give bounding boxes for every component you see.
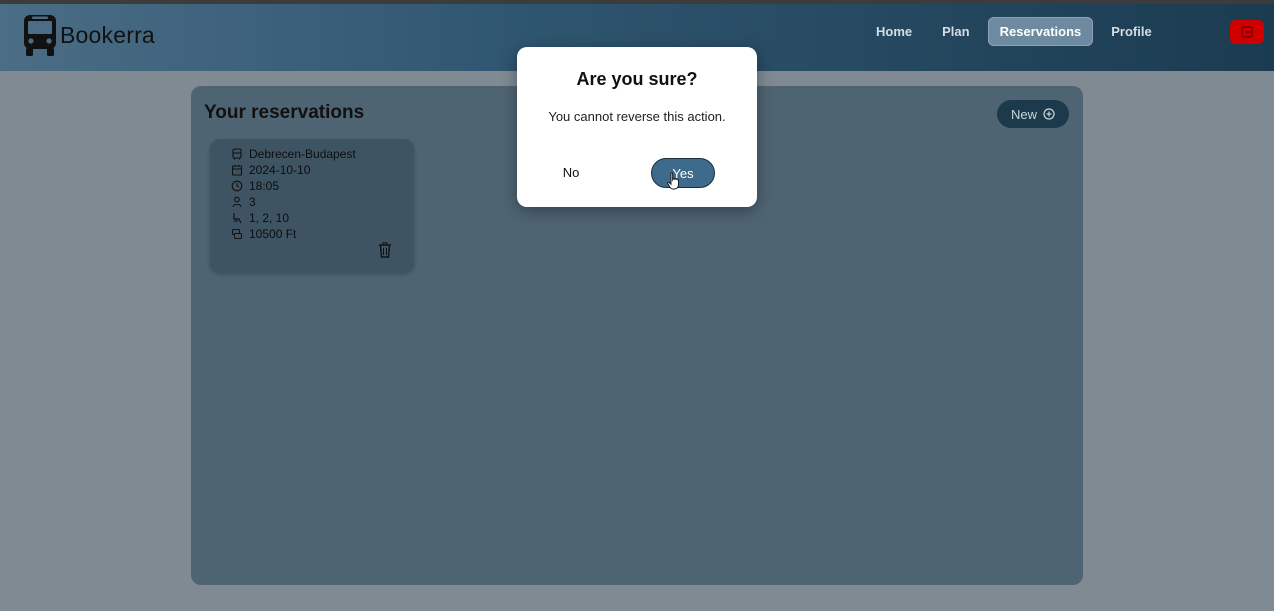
brand-name: Bookerra	[60, 21, 155, 48]
reservation-route-row: Debrecen-Budapest	[231, 147, 356, 161]
reservation-seats-row: 1, 2, 10	[231, 211, 289, 225]
reservation-time: 18:05	[249, 179, 280, 193]
reservation-date-row: 2024-10-10	[231, 163, 310, 177]
hand-pointer-icon	[667, 172, 679, 190]
seat-icon	[233, 213, 242, 224]
reservation-passengers: 3	[249, 195, 256, 209]
reservation-card: Debrecen-Budapest 2024-10-10 18:05 3 1, …	[210, 139, 414, 272]
dialog-message: You cannot reverse this action.	[548, 109, 726, 124]
reservation-seats: 1, 2, 10	[249, 211, 290, 225]
bus-icon	[24, 15, 56, 56]
nav-links: Home Plan Reservations Profile	[864, 17, 1164, 46]
trash-icon[interactable]	[378, 242, 392, 258]
reservation-price-row: 10500 Ft	[231, 227, 296, 241]
clock-icon	[231, 180, 243, 192]
page-title: Your reservations	[204, 102, 365, 123]
person-icon	[232, 196, 242, 208]
new-reservation-button[interactable]: New	[997, 100, 1069, 128]
confirm-dialog: Are you sure? You cannot reverse this ac…	[517, 47, 757, 207]
reservation-price: 10500 Ft	[249, 227, 297, 241]
nav-reservations[interactable]: Reservations	[987, 17, 1094, 46]
reservation-time-row: 18:05	[231, 179, 279, 193]
money-icon	[232, 229, 242, 239]
new-button-label: New	[1010, 106, 1037, 122]
plus-circle-icon	[1043, 108, 1055, 120]
calendar-icon	[231, 164, 243, 176]
logout-button[interactable]	[1230, 20, 1264, 44]
nav-plan[interactable]: Plan	[930, 17, 981, 46]
dialog-title: Are you sure?	[576, 69, 698, 89]
no-button[interactable]: No	[555, 165, 587, 183]
yes-button[interactable]: Yes	[651, 158, 715, 188]
logout-icon	[1241, 26, 1253, 38]
nav-home[interactable]: Home	[864, 17, 924, 46]
reservation-route: Debrecen-Budapest	[249, 147, 356, 161]
brand-logo[interactable]: Bookerra	[22, 12, 155, 58]
bus-icon	[232, 148, 242, 160]
reservation-date: 2024-10-10	[249, 163, 311, 177]
nav-profile[interactable]: Profile	[1099, 17, 1163, 46]
reservation-passengers-row: 3	[231, 195, 256, 209]
